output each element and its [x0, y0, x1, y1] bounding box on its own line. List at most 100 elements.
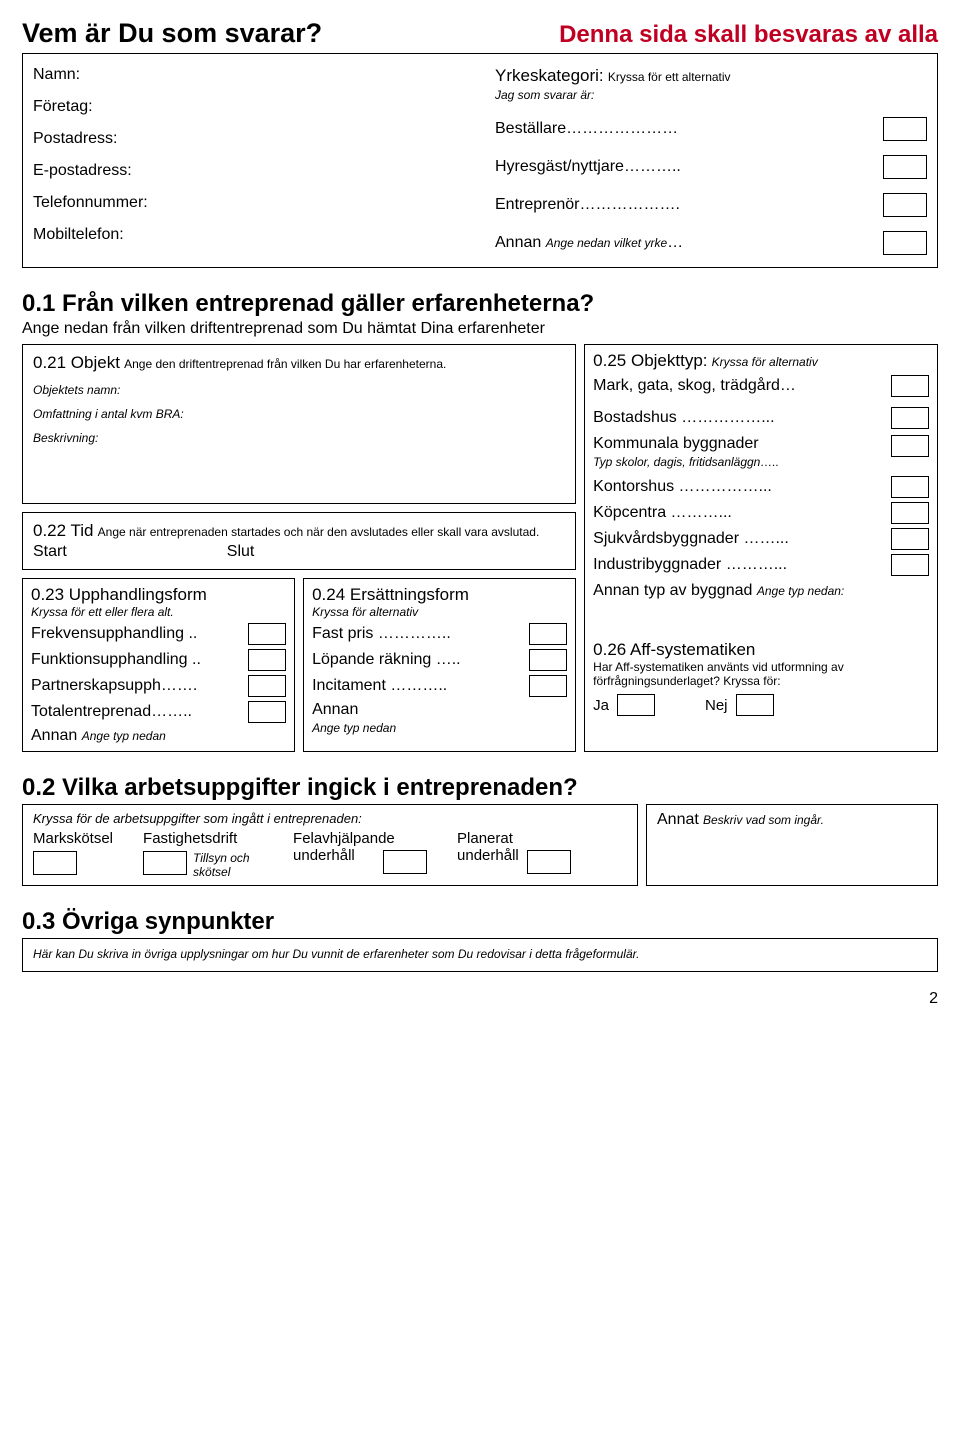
task-markskotsel: Markskötsel — [33, 830, 113, 879]
yrkeskategori: Yrkeskategori: Kryssa för ett alternativ… — [495, 62, 927, 259]
checkbox-lopande[interactable] — [529, 649, 567, 671]
b25-opt: Köpcentra ………... — [593, 504, 732, 522]
b22-hint: Ange när entreprenaden startades och när… — [98, 525, 540, 539]
b21-hint: Ange den driftentreprenad från vilken Du… — [124, 357, 446, 371]
checkbox-funktion[interactable] — [248, 649, 286, 671]
b26-ja: Ja — [593, 694, 655, 716]
yrkes-title-hint: Kryssa för ett alternativ — [608, 70, 731, 84]
checkbox-bostad[interactable] — [891, 407, 929, 429]
checkbox-industri[interactable] — [891, 554, 929, 576]
b23-annan: Annan — [31, 727, 82, 744]
b21-title: 0.21 Objekt — [33, 353, 120, 372]
yrkes-opt-label: Annan Ange nedan vilket yrke… — [495, 234, 683, 252]
box-021-objekt: 0.21 Objekt Ange den driftentreprenad fr… — [22, 344, 576, 504]
b22-start: Start — [33, 543, 67, 561]
field-foretag: Företag: — [33, 98, 465, 116]
checkbox-sjukvard[interactable] — [891, 528, 929, 550]
section-01-heading: 0.1 Från vilken entreprenad gäller erfar… — [22, 290, 938, 318]
yrkes-opt-label: Entreprenör………………. — [495, 196, 680, 214]
b25-komm-wrap: Kommunala byggnader Typ skolor, dagis, f… — [593, 435, 779, 470]
field-tel: Telefonnummer: — [33, 194, 465, 212]
checkbox-total[interactable] — [248, 701, 286, 723]
b23-opt: Frekvensupphandling .. — [31, 625, 197, 643]
b23-opt: Funktionsupphandling .. — [31, 651, 201, 669]
section-01-sub: Ange nedan från vilken driftentreprenad … — [22, 320, 938, 338]
page-number: 2 — [22, 990, 938, 1008]
b23-opt: Totalentreprenad…….. — [31, 703, 192, 721]
task-label: Markskötsel — [33, 830, 113, 847]
s02-hint: Kryssa för de arbetsuppgifter som ingått… — [33, 811, 627, 826]
checkbox-felavhjalp[interactable] — [383, 850, 427, 874]
b21-title-row: 0.21 Objekt Ange den driftentreprenad fr… — [33, 353, 565, 373]
checkbox-partner[interactable] — [248, 675, 286, 697]
b24-hint: Kryssa för alternativ — [312, 605, 567, 619]
checkbox-fastpris[interactable] — [529, 623, 567, 645]
b23-hint: Kryssa för ett eller flera alt. — [31, 605, 286, 619]
checkbox-planerat[interactable] — [527, 850, 571, 874]
checkbox-incitament[interactable] — [529, 675, 567, 697]
box-03-ovriga: Här kan Du skriva in övriga upplysningar… — [22, 938, 938, 972]
respondent-box: Namn: Företag: Postadress: E-postadress:… — [22, 53, 938, 268]
b26-hint: Har Aff-systematiken använts vid utformn… — [593, 660, 929, 688]
b26-ja-label: Ja — [593, 697, 609, 714]
checkbox-aff-ja[interactable] — [617, 694, 655, 716]
b26-title: 0.26 Aff-systematiken — [593, 640, 929, 660]
field-postadress: Postadress: — [33, 130, 465, 148]
task-fastighetsdrift: Fastighetsdrift Tillsyn och skötsel — [143, 830, 263, 879]
box-022-tid: 0.22 Tid Ange när entreprenaden startade… — [22, 512, 576, 570]
respondent-fields: Namn: Företag: Postadress: E-postadress:… — [33, 62, 465, 259]
checkbox-entreprenor[interactable] — [883, 193, 927, 217]
b24-annan: Annan — [312, 701, 358, 718]
yrkes-opt-bestallare: Beställare………………… — [495, 117, 927, 141]
b21-omfattning: Omfattning i antal kvm BRA: — [33, 407, 565, 421]
yrkes-opt-label: Beställare………………… — [495, 120, 678, 138]
checkbox-markskotsel[interactable] — [33, 851, 77, 875]
b26-nej: Nej — [705, 694, 774, 716]
field-namn: Namn: — [33, 66, 465, 84]
box-02-annat: Annat Beskriv vad som ingår. — [646, 804, 938, 886]
b25-opt: Sjukvårdsbyggnader ……... — [593, 530, 789, 548]
checkbox-bestallare[interactable] — [883, 117, 927, 141]
task-tillsyn: Tillsyn och skötsel — [193, 851, 263, 879]
checkbox-frekvens[interactable] — [248, 623, 286, 645]
b25-komm-hint: Typ skolor, dagis, fritidsanläggn….. — [593, 455, 779, 469]
b21-objektnamn: Objektets namn: — [33, 383, 565, 397]
yrkes-opt-entreprenor: Entreprenör………………. — [495, 193, 927, 217]
s02-annat: Annat — [657, 811, 699, 828]
checkbox-mark[interactable] — [891, 375, 929, 397]
b25-title-row: 0.25 Objekttyp: Kryssa för alternativ — [593, 351, 929, 371]
b26-nej-label: Nej — [705, 697, 728, 714]
checkbox-annan-yrke[interactable] — [883, 231, 927, 255]
field-epost: E-postadress: — [33, 162, 465, 180]
yrkes-opt-annan: Annan Ange nedan vilket yrke… — [495, 231, 927, 255]
yrkes-sub: Jag som svarar är: — [495, 88, 594, 102]
b24-opt: Fast pris ………….. — [312, 625, 451, 643]
b23-opt: Partnerskapsupph……. — [31, 677, 197, 695]
page-title-left: Vem är Du som svarar? — [22, 18, 322, 49]
b21-beskrivning: Beskrivning: — [33, 431, 565, 445]
s03-hint: Här kan Du skriva in övriga upplysningar… — [33, 947, 640, 961]
checkbox-aff-nej[interactable] — [736, 694, 774, 716]
b25-title: 0.25 Objekttyp: — [593, 351, 707, 370]
b23-title: 0.23 Upphandlingsform — [31, 585, 286, 605]
field-mobil: Mobiltelefon: — [33, 226, 465, 244]
box-023-upphandling: 0.23 Upphandlingsform Kryssa för ett ell… — [22, 578, 295, 752]
yrkes-title-row: Yrkeskategori: Kryssa för ett alternativ… — [495, 66, 927, 103]
box-025-objekttyp: 0.25 Objekttyp: Kryssa för alternativ Ma… — [584, 344, 938, 752]
b25-opt: Kontorshus ……………... — [593, 478, 772, 496]
yrkes-annan-hint: Ange nedan vilket yrke — [546, 236, 667, 250]
page-title-right: Denna sida skall besvaras av alla — [559, 21, 938, 49]
checkbox-hyresgast[interactable] — [883, 155, 927, 179]
box-024-ersattning: 0.24 Ersättningsform Kryssa för alternat… — [303, 578, 576, 752]
b25-hint: Kryssa för alternativ — [712, 355, 818, 369]
checkbox-kontor[interactable] — [891, 476, 929, 498]
yrkes-title: Yrkeskategori: — [495, 66, 604, 85]
checkbox-fastighetsdrift[interactable] — [143, 851, 187, 875]
checkbox-kommunal[interactable] — [891, 435, 929, 457]
yrkes-opt-hyresgast: Hyresgäst/nyttjare……….. — [495, 155, 927, 179]
task-felavhjalp: Felavhjälpandeunderhåll — [293, 830, 427, 879]
section-02-heading: 0.2 Vilka arbetsuppgifter ingick i entre… — [22, 774, 938, 802]
checkbox-kopcentra[interactable] — [891, 502, 929, 524]
b25-annan: Annan typ av byggnad — [593, 582, 757, 599]
b25-mark: Mark, gata, skog, trädgård… — [593, 377, 796, 395]
